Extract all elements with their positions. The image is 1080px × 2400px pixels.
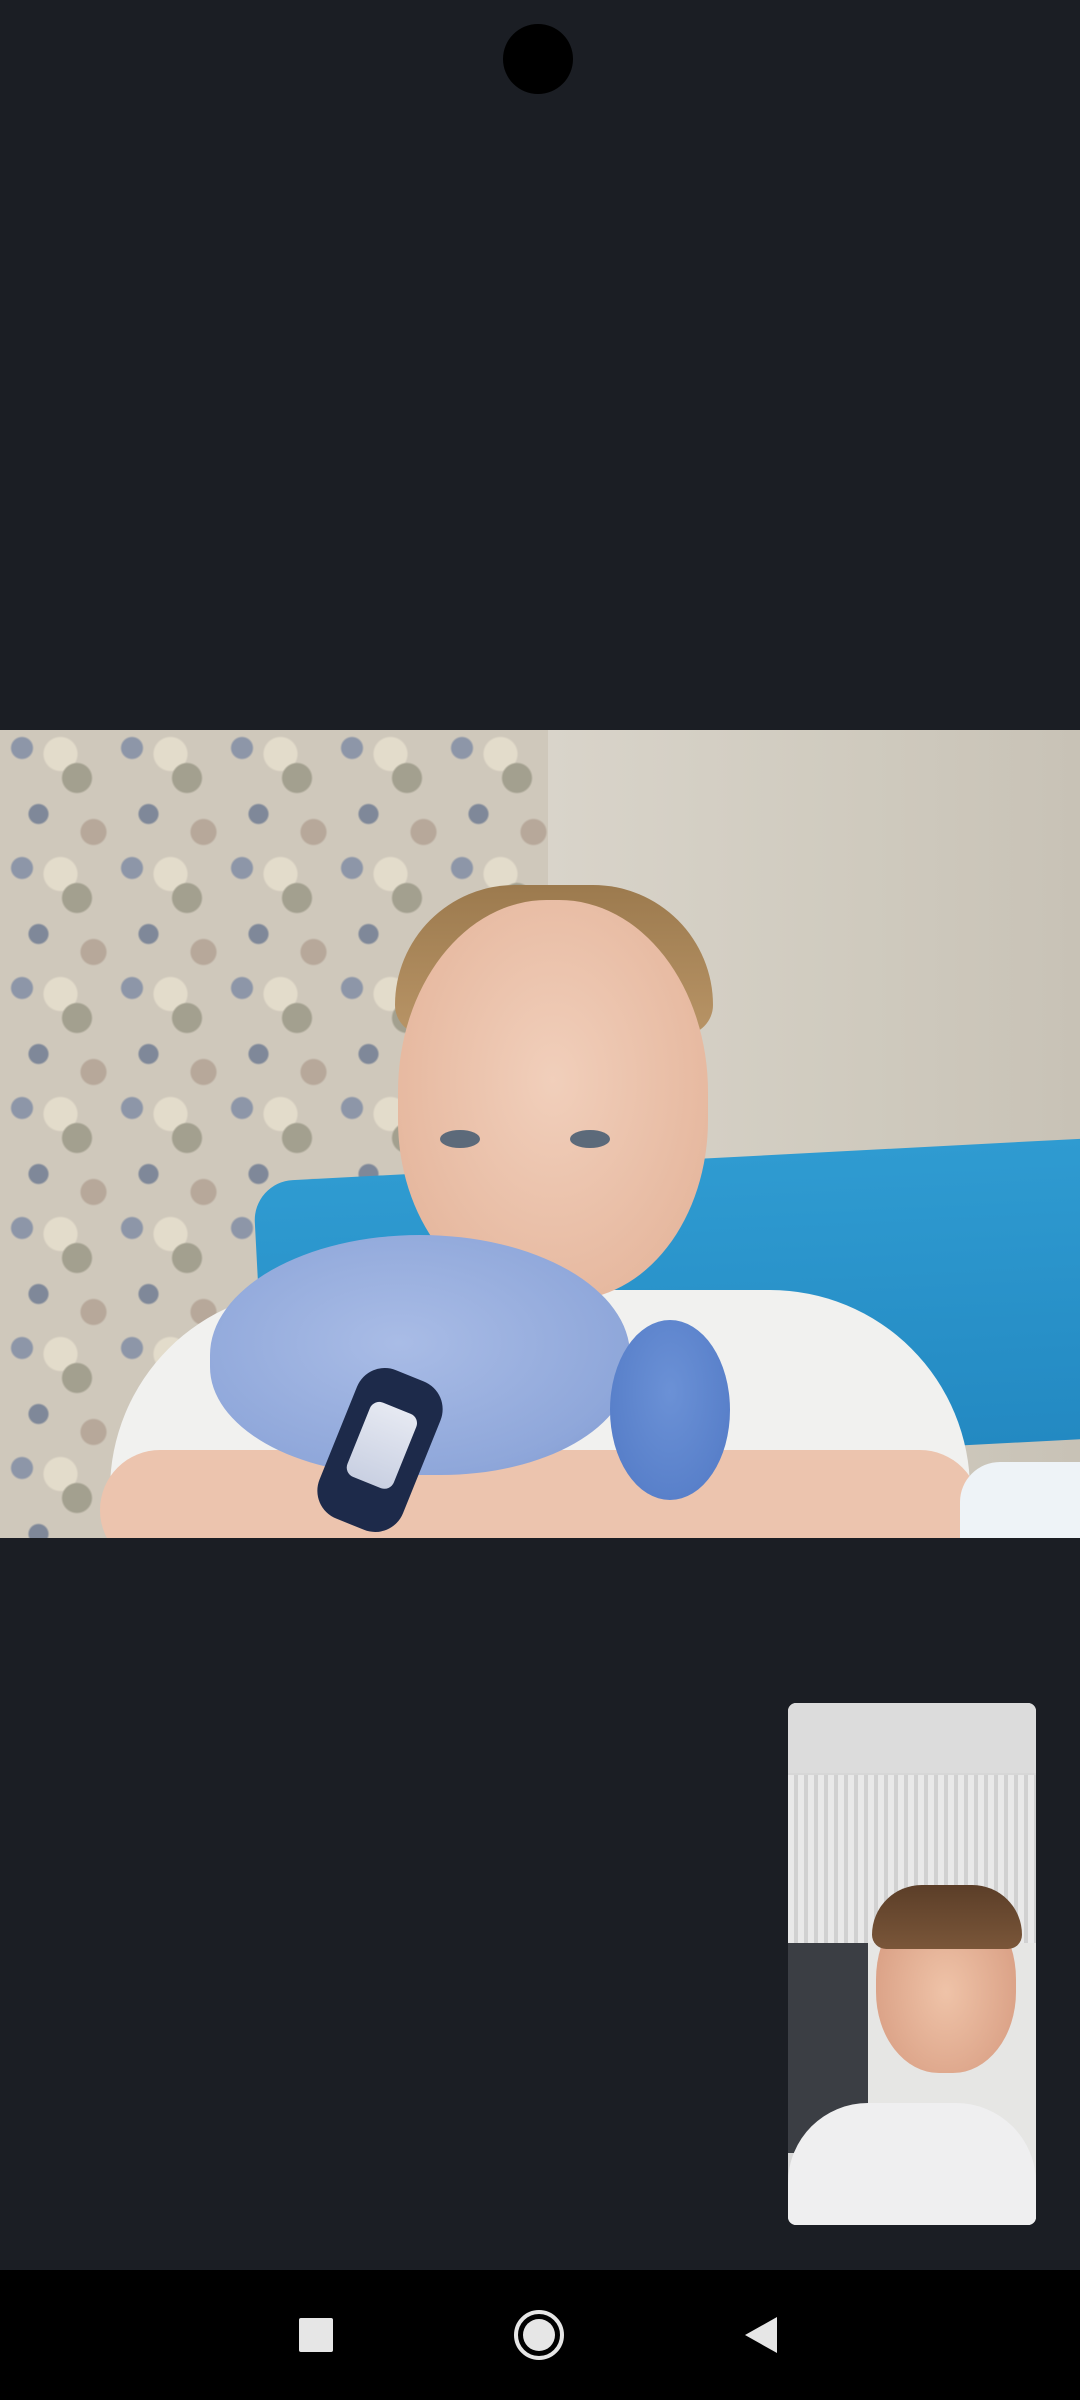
remote-video-feed[interactable]	[0, 730, 1080, 1538]
ceiling	[788, 1703, 1036, 1773]
circle-home-icon	[514, 2310, 564, 2360]
left-eye	[440, 1130, 480, 1148]
arms	[100, 1450, 980, 1538]
smartwatch-screen	[343, 1398, 421, 1492]
home-button[interactable]	[509, 2305, 569, 2365]
hair	[872, 1885, 1022, 1949]
plush-toy-limb	[610, 1320, 730, 1500]
square-icon	[299, 2318, 333, 2352]
blanket	[960, 1462, 1080, 1538]
system-navigation-bar	[0, 2270, 1080, 2400]
white-shirt	[788, 2103, 1036, 2225]
self-view-video[interactable]	[788, 1703, 1036, 2225]
video-call-screen	[0, 0, 1080, 2400]
triangle-back-icon	[745, 2317, 777, 2353]
right-eye	[570, 1130, 610, 1148]
back-button[interactable]	[731, 2305, 791, 2365]
front-camera-cutout	[503, 24, 573, 94]
recents-button[interactable]	[286, 2305, 346, 2365]
